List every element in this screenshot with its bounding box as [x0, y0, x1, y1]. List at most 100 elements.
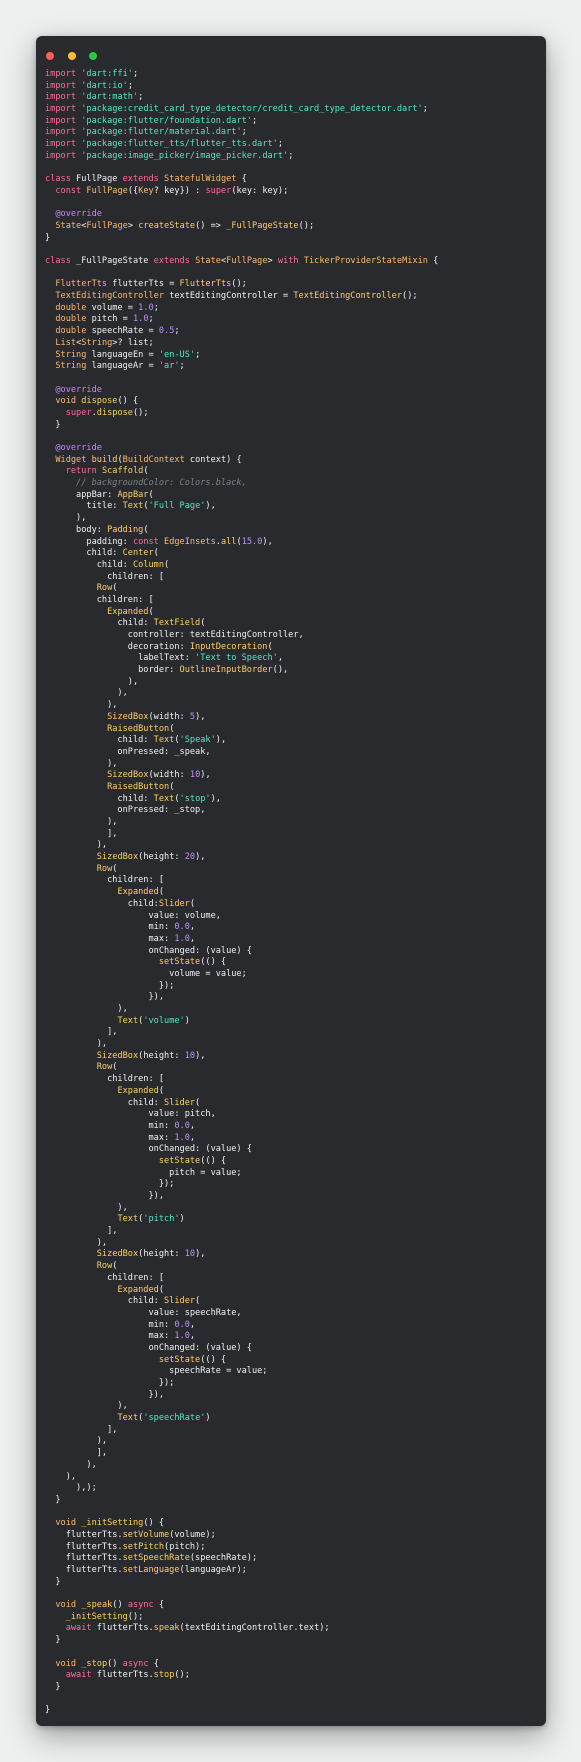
zoom-button[interactable]: [89, 52, 98, 60]
code-line: ],: [45, 829, 540, 841]
code-token: children: [: [45, 875, 164, 886]
code-token: >: [127, 220, 139, 231]
code-token: import: [45, 127, 77, 138]
code-token: RaisedButton: [107, 723, 170, 734]
code-token: setPitch: [122, 1541, 165, 1552]
code-token: child:: [45, 618, 154, 629]
code-line: ),: [45, 1436, 540, 1448]
code-token: 'package:image_picker/image_picker.dart': [81, 150, 289, 161]
code-line: });: [45, 1179, 540, 1191]
code-token: ;: [153, 302, 159, 313]
code-token: State: [195, 256, 221, 266]
code-line: import 'dart:io';: [45, 81, 540, 93]
code-token: SizedBox: [96, 1050, 139, 1061]
code-line: pitch = value;: [45, 1168, 540, 1180]
code-line: onChanged: (value) {: [45, 946, 540, 958]
code-token: ;: [127, 80, 133, 91]
code-token: 'Full Page': [148, 501, 206, 512]
code-token: }: [45, 1681, 61, 1692]
code-line: Row(: [45, 583, 540, 595]
code-token: _initSetting: [65, 1611, 128, 1622]
code-line: void _stop() async {: [45, 1659, 540, 1671]
code-token: child:: [45, 735, 154, 746]
code-token: ();: [298, 220, 315, 231]
code-token: child:: [45, 559, 133, 570]
code-token: _FullPageState: [70, 256, 154, 266]
code-line: ),: [45, 1460, 540, 1472]
code-token: TextEditingController: [55, 291, 165, 302]
code-token: 'package:credit_card_type_detector/credi…: [81, 104, 423, 115]
code-token: children: [: [45, 571, 164, 582]
code-token: pitch =: [86, 314, 133, 325]
code-token: }: [45, 1576, 61, 1587]
code-line: children: [: [45, 572, 540, 584]
code-line: import 'package:image_picker/image_picke…: [45, 151, 540, 163]
code-line: child: Slider(: [45, 1098, 540, 1110]
code-token: {: [148, 1658, 159, 1669]
code-token: (: [148, 606, 154, 617]
code-token: double: [55, 302, 87, 313]
code-line: }: [45, 1495, 540, 1507]
code-line: List<String>? list;: [45, 338, 540, 350]
code-line: import 'package:flutter/foundation.dart'…: [45, 116, 540, 128]
code-line: SizedBox(width: 5),: [45, 712, 540, 724]
code-line: max: 1.0,: [45, 934, 540, 946]
code-token: 10: [184, 1249, 196, 1260]
code-token: padding:: [45, 536, 133, 547]
code-token: void: [55, 396, 77, 407]
code-token: void: [55, 1518, 77, 1529]
code-line: Text('pitch'): [45, 1214, 540, 1226]
code-line: });: [45, 1378, 540, 1390]
code-token: Row: [96, 1062, 113, 1073]
code-token: (: [143, 524, 149, 535]
code-token: (: [158, 1284, 165, 1295]
code-line: SizedBox(height: 10),: [45, 1051, 540, 1063]
code-token: flutterTts.: [45, 1529, 123, 1540]
code-line: onPressed: _stop,: [45, 805, 540, 817]
code-token: (): [107, 1658, 123, 1669]
code-line: ),: [45, 1203, 540, 1215]
code-token: ;: [148, 314, 154, 325]
code-line: ),: [45, 1238, 540, 1250]
code-token: });: [45, 980, 175, 991]
code-token: _stop: [81, 1658, 108, 1669]
code-token: import: [45, 150, 77, 161]
code-token: >? list;: [112, 337, 154, 348]
code-token: class: [45, 174, 71, 185]
code-token: ),: [45, 1401, 128, 1412]
code-token: (: [189, 898, 196, 909]
code-token: 10: [184, 1050, 196, 1061]
code-line: super.dispose();: [45, 408, 540, 420]
code-line: ),: [45, 1401, 540, 1413]
code-token: async: [122, 1658, 149, 1669]
code-token: (: [169, 781, 175, 792]
code-token: max:: [45, 1132, 175, 1143]
code-line: Text('volume'): [45, 1016, 540, 1028]
code-line: void dispose() {: [45, 396, 540, 408]
code-token: ,: [189, 1319, 196, 1330]
code-token: border:: [45, 665, 180, 676]
code-token: {: [427, 256, 439, 266]
code-token: Text: [122, 501, 144, 512]
minimize-button[interactable]: [67, 52, 76, 60]
code-token: _FullPageState: [226, 220, 299, 231]
code-line: controller: textEditingController,: [45, 630, 540, 642]
code-line: }: [45, 1577, 540, 1589]
code-token: 'package:flutter/foundation.dart': [81, 115, 252, 126]
code-token: 1.0: [174, 1331, 190, 1342]
close-button[interactable]: [46, 52, 54, 60]
code-line: onChanged: (value) {: [45, 1144, 540, 1156]
code-token: ();: [231, 279, 247, 290]
code-token: StatefulWidget: [164, 174, 237, 185]
code-token: const: [55, 185, 82, 196]
code-token: FullPage: [86, 220, 128, 231]
code-token: ),: [215, 735, 227, 746]
code-line: appBar: AppBar(: [45, 490, 540, 502]
